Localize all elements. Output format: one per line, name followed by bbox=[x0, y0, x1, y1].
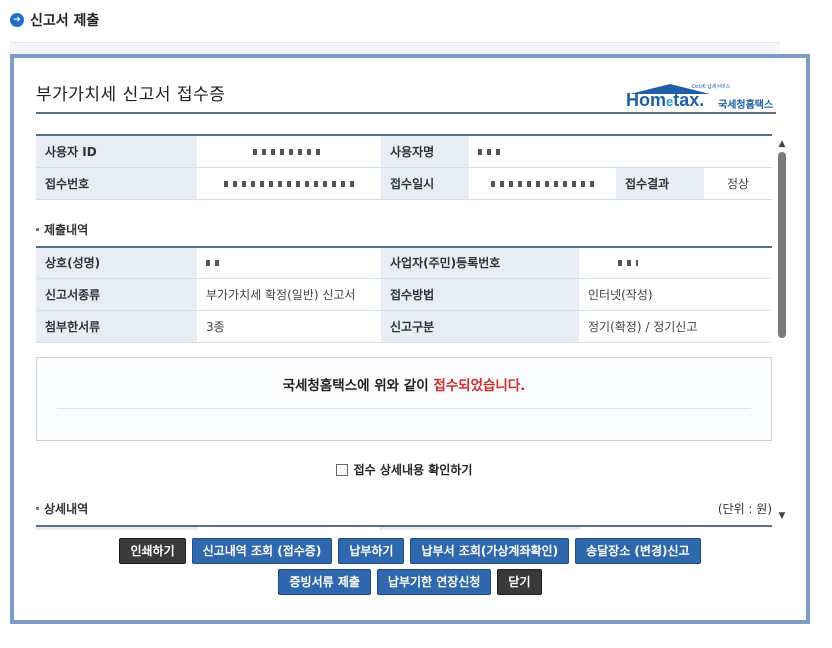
table-cell bbox=[36, 527, 197, 530]
details-header: 상세내역 (단위 : 원) bbox=[36, 500, 772, 517]
close-button[interactable]: 닫기 bbox=[497, 569, 542, 595]
masked-value bbox=[224, 180, 354, 187]
user-id-label: 사용자 ID bbox=[36, 135, 197, 168]
method-value: 인터넷(작성) bbox=[579, 278, 772, 311]
submission-table: 상호(성명) 사업자(주민)등록번호 신고서종류 부가가치세 확정(일반) 신고… bbox=[36, 245, 772, 343]
company-value bbox=[197, 246, 381, 279]
masked-value bbox=[490, 180, 595, 187]
button-row: 인쇄하기 신고내역 조회 (접수증) 납부하기 납부서 조회(가상계좌확인) 송… bbox=[119, 538, 701, 564]
table-cell bbox=[579, 527, 772, 530]
table-row: 첨부한서류 3종 신고구분 정기(확정) / 정기신고 bbox=[36, 310, 772, 343]
action-button-bar: 인쇄하기 신고내역 조회 (접수증) 납부하기 납부서 조회(가상계좌확인) 송… bbox=[14, 538, 806, 595]
masked-value bbox=[618, 260, 638, 267]
print-button[interactable]: 인쇄하기 bbox=[119, 538, 186, 564]
details-section-title: 상세내역 bbox=[36, 500, 88, 517]
user-name-value bbox=[469, 135, 772, 168]
form-type-label: 신고서종류 bbox=[36, 278, 197, 311]
attachments-value: 3종 bbox=[197, 310, 381, 343]
receipt-no-value bbox=[197, 167, 381, 200]
page-header: ➔ 신고서 제출 bbox=[10, 10, 99, 30]
notice-status-text: 접수되었습니다. bbox=[433, 378, 526, 394]
bullet-icon bbox=[36, 227, 39, 231]
logo-brand: Hometax. bbox=[626, 90, 705, 110]
submit-proof-button[interactable]: 증빙서류 제출 bbox=[278, 569, 371, 595]
user-info-table: 사용자 ID 사용자명 접수번호 접수일시 접수결과 정상 bbox=[36, 134, 772, 200]
category-label: 신고구분 bbox=[381, 310, 579, 343]
page-title: 신고서 제출 bbox=[30, 13, 100, 29]
scroll-up-icon[interactable]: ▲ bbox=[776, 138, 788, 150]
receipt-date-label: 접수일시 bbox=[381, 167, 469, 200]
extend-deadline-button[interactable]: 납부기한 연장신청 bbox=[376, 569, 492, 595]
unit-label: (단위 : 원) bbox=[717, 502, 772, 516]
vertical-scrollbar[interactable]: ▲ ▼ bbox=[776, 138, 788, 522]
hometax-logo: Oct/K 납세서비스 Hometax. 국세청홈택스 bbox=[626, 84, 776, 112]
reg-no-label: 사업자(주민)등록번호 bbox=[381, 246, 579, 279]
button-row: 증빙서류 제출 납부기한 연장신청 닫기 bbox=[278, 569, 542, 595]
table-row: 상호(성명) 사업자(주민)등록번호 bbox=[36, 246, 772, 279]
bullet-icon bbox=[36, 507, 39, 510]
arrow-right-circle-icon: ➔ bbox=[10, 13, 24, 27]
masked-value bbox=[206, 260, 220, 267]
masked-value bbox=[478, 148, 502, 155]
category-value: 정기(확정) / 정기신고 bbox=[579, 310, 772, 343]
table-cell bbox=[381, 527, 579, 530]
delivery-address-button[interactable]: 송달장소 (변경)신고 bbox=[575, 538, 701, 564]
notice-text: 국세청홈택스에 위와 같이 접수되었습니다. bbox=[282, 378, 526, 394]
notice-box: 국세청홈택스에 위와 같이 접수되었습니다. bbox=[36, 357, 772, 441]
receipt-no-label: 접수번호 bbox=[36, 167, 197, 200]
view-receipt-button[interactable]: 신고내역 조회 (접수증) bbox=[191, 538, 333, 564]
confirm-details-checkbox[interactable] bbox=[335, 463, 348, 476]
user-name-label: 사용자명 bbox=[381, 135, 469, 168]
form-type-value: 부가가치세 확정(일반) 신고서 bbox=[197, 278, 381, 311]
confirm-details-label[interactable]: 접수 상세내용 확인하기 bbox=[354, 461, 473, 478]
table-row: 사용자 ID 사용자명 bbox=[36, 135, 772, 168]
title-divider bbox=[36, 112, 776, 114]
receipt-result-label: 접수결과 bbox=[616, 167, 704, 200]
method-label: 접수방법 bbox=[381, 278, 579, 311]
scroll-thumb[interactable] bbox=[778, 152, 786, 338]
masked-value bbox=[253, 148, 325, 155]
logo-tagline: Oct/K 납세서비스 bbox=[692, 84, 731, 90]
user-id-value bbox=[197, 135, 381, 168]
logo-brand-korean: 국세청홈택스 bbox=[718, 100, 774, 111]
scroll-down-icon[interactable]: ▼ bbox=[776, 510, 788, 522]
company-label: 상호(성명) bbox=[36, 246, 197, 279]
notice-divider bbox=[57, 408, 751, 409]
table-cell bbox=[197, 527, 381, 530]
receipt-title: 부가가치세 신고서 접수증 bbox=[36, 85, 226, 105]
receipt-result-value: 정상 bbox=[704, 167, 772, 200]
details-table bbox=[36, 525, 772, 530]
confirm-details-row[interactable]: 접수 상세내용 확인하기 bbox=[36, 461, 772, 478]
receipt-scroll-area[interactable]: 사용자 ID 사용자명 접수번호 접수일시 접수결과 정상 제출내역 상호(성명… bbox=[36, 130, 772, 530]
view-bill-button[interactable]: 납부서 조회(가상계좌확인) bbox=[410, 538, 570, 564]
table-row: 신고서종류 부가가치세 확정(일반) 신고서 접수방법 인터넷(작성) bbox=[36, 278, 772, 311]
background-strip bbox=[10, 42, 780, 54]
pay-button[interactable]: 납부하기 bbox=[338, 538, 405, 564]
attachments-label: 첨부한서류 bbox=[36, 310, 197, 343]
receipt-date-value bbox=[469, 167, 616, 200]
submission-section-title: 제출내역 bbox=[36, 221, 772, 238]
table-row: 접수번호 접수일시 접수결과 정상 bbox=[36, 167, 772, 200]
reg-no-value bbox=[579, 246, 772, 279]
receipt-modal: 부가가치세 신고서 접수증 Oct/K 납세서비스 Hometax. 국세청홈택… bbox=[10, 54, 810, 624]
